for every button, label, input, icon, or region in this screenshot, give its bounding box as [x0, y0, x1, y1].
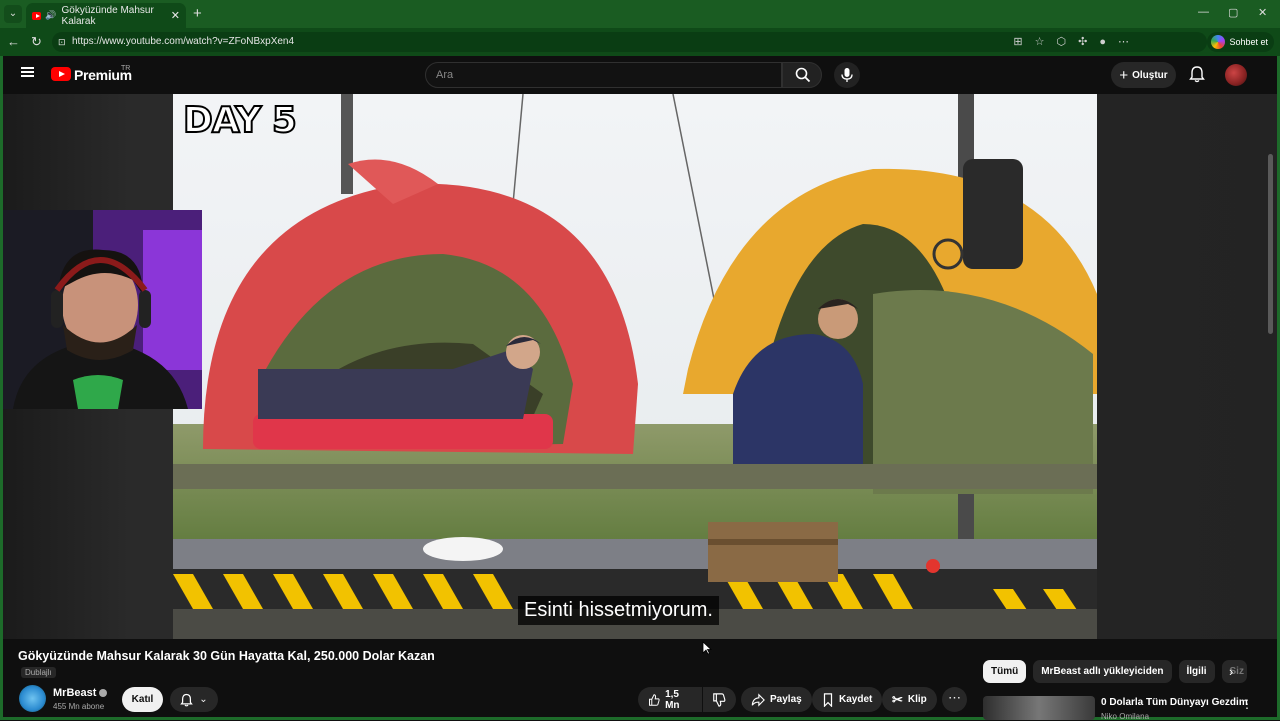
bookmark-icon — [823, 692, 833, 707]
more-actions-button[interactable]: ⋯ — [942, 687, 967, 712]
maximize-button[interactable]: ▢ — [1228, 6, 1238, 19]
browser-tab-bar: ⌄ 🔊 Gökyüzünde Mahsur Kalarak ✕ + — ▢ ✕ — [0, 0, 1280, 28]
search-icon — [795, 67, 811, 83]
search-input[interactable]: Ara — [425, 62, 782, 88]
clip-label: Klip — [907, 694, 927, 705]
minimize-button[interactable]: — — [1198, 6, 1209, 18]
channel-avatar[interactable] — [19, 685, 46, 712]
related-filter-chips: Tümü MrBeast adlı yükleyiciden İlgili Si… — [983, 660, 1247, 683]
save-button[interactable]: Kaydet — [812, 687, 883, 712]
dubbed-badge: Dublajlı — [21, 667, 56, 678]
like-count: 1,5 Mn — [665, 688, 680, 711]
tab-actions-menu-icon[interactable]: ⌄ — [4, 5, 22, 23]
page-scrollbar[interactable] — [1268, 154, 1273, 334]
thumbs-up-icon — [649, 693, 660, 706]
chevron-right-icon[interactable]: › — [1229, 664, 1233, 679]
chip-for-you[interactable]: Siz — [1221, 660, 1247, 683]
new-tab-button[interactable]: + — [193, 5, 202, 22]
video-subtitle: Esinti hissetmiyorum. — [518, 596, 719, 625]
save-label: Kaydet — [839, 694, 873, 705]
tab-close-icon[interactable]: ✕ — [171, 9, 180, 22]
tab-title: Gökyüzünde Mahsur Kalarak — [61, 4, 154, 27]
extensions-icon[interactable]: ⬡ — [1057, 32, 1067, 52]
url-text: https://www.youtube.com/watch?v=ZFoNBxpX… — [72, 36, 295, 47]
browser-toolbar: ← ↻ ⊡ https://www.youtube.com/watch?v=ZF… — [0, 28, 1280, 56]
region-code: TR — [121, 65, 131, 72]
recommended-video-menu-icon[interactable]: ⋮ — [1241, 697, 1253, 711]
copilot-icon — [1211, 35, 1226, 49]
profile-icon[interactable]: ● — [1099, 32, 1106, 52]
subscriber-count: 455 Mn abone — [53, 702, 105, 711]
scissors-icon: ✂ — [892, 691, 903, 707]
thumbs-down-icon — [713, 692, 726, 707]
video-title: Gökyüzünde Mahsur Kalarak 30 Gün Hayatta… — [18, 649, 435, 663]
browser-tab-youtube[interactable]: 🔊 Gökyüzünde Mahsur Kalarak ✕ — [26, 3, 186, 28]
copilot-label: Sohbet et — [1229, 37, 1268, 47]
close-window-button[interactable]: ✕ — [1258, 6, 1267, 19]
youtube-favicon-icon — [32, 11, 42, 20]
share-button[interactable]: Paylaş — [741, 687, 812, 712]
notifications-bell-icon[interactable] — [1189, 65, 1205, 83]
like-button[interactable]: 1,5 Mn — [638, 687, 702, 712]
create-label: Oluştur — [1132, 69, 1168, 81]
youtube-logo-icon[interactable] — [51, 67, 71, 81]
copilot-chat-button[interactable]: Sohbet et — [1207, 32, 1274, 52]
clip-button[interactable]: ✂ Klip — [882, 687, 937, 712]
join-button[interactable]: Katıl — [122, 687, 163, 712]
bell-icon — [180, 693, 194, 706]
voice-search-button[interactable] — [834, 62, 860, 88]
streamer-webcam — [3, 210, 202, 409]
verified-badge-icon — [99, 689, 108, 698]
subscription-notifications-button[interactable]: ⌄ — [170, 687, 218, 712]
account-avatar[interactable] — [1225, 64, 1247, 86]
speaker-icon[interactable]: 🔊 — [45, 10, 56, 21]
mouse-cursor-icon — [702, 641, 712, 655]
share-arrow-icon — [751, 692, 765, 707]
chip-all[interactable]: Tümü — [983, 660, 1027, 683]
address-bar[interactable]: ⊡ https://www.youtube.com/watch?v=ZFoNBx… — [52, 32, 1207, 52]
video-scene — [173, 94, 1097, 639]
day-overlay-text: DAY 5 — [182, 99, 298, 142]
hamburger-menu-icon[interactable] — [21, 67, 34, 77]
browser-menu-icon[interactable]: ⋯ — [1118, 32, 1129, 52]
video-frame[interactable]: DAY 5 Esinti hissetmiyorum. — [173, 94, 1097, 639]
webcam-image — [3, 210, 202, 409]
app-install-icon[interactable]: ⊞ — [1013, 32, 1022, 52]
channel-name[interactable]: MrBeast — [53, 687, 108, 699]
chip-related[interactable]: İlgili — [1178, 660, 1215, 683]
recommended-video-thumbnail[interactable] — [983, 696, 1095, 720]
chip-from-mrbeast[interactable]: MrBeast adlı yükleyiciden — [1033, 660, 1172, 683]
back-arrow-icon[interactable]: ← — [7, 34, 20, 49]
dubbed-badge-label: Dublajlı — [25, 668, 52, 677]
site-info-icon[interactable]: ⊡ — [58, 32, 66, 52]
address-bar-icons: ⊞ ☆ ⬡ ✣ ● ⋯ — [1013, 32, 1129, 52]
search-button[interactable] — [782, 62, 822, 88]
dislike-button[interactable] — [703, 687, 736, 712]
chevron-down-icon: ⌄ — [199, 694, 208, 705]
favorite-star-icon[interactable]: ☆ — [1035, 32, 1045, 52]
channel-name-text: MrBeast — [53, 687, 97, 699]
create-button[interactable]: + Oluştur — [1111, 62, 1176, 88]
extension-puzzle-icon[interactable]: ✣ — [1078, 32, 1087, 52]
refresh-icon[interactable]: ↻ — [31, 34, 42, 50]
recommended-video-title[interactable]: 0 Dolarla Tüm Dünyayı Gezdim — [1101, 697, 1248, 708]
microphone-icon — [841, 68, 853, 82]
plus-icon: + — [1119, 66, 1129, 84]
share-label: Paylaş — [770, 694, 802, 705]
youtube-header: Premium TR Ara + Oluştur — [3, 56, 1277, 94]
